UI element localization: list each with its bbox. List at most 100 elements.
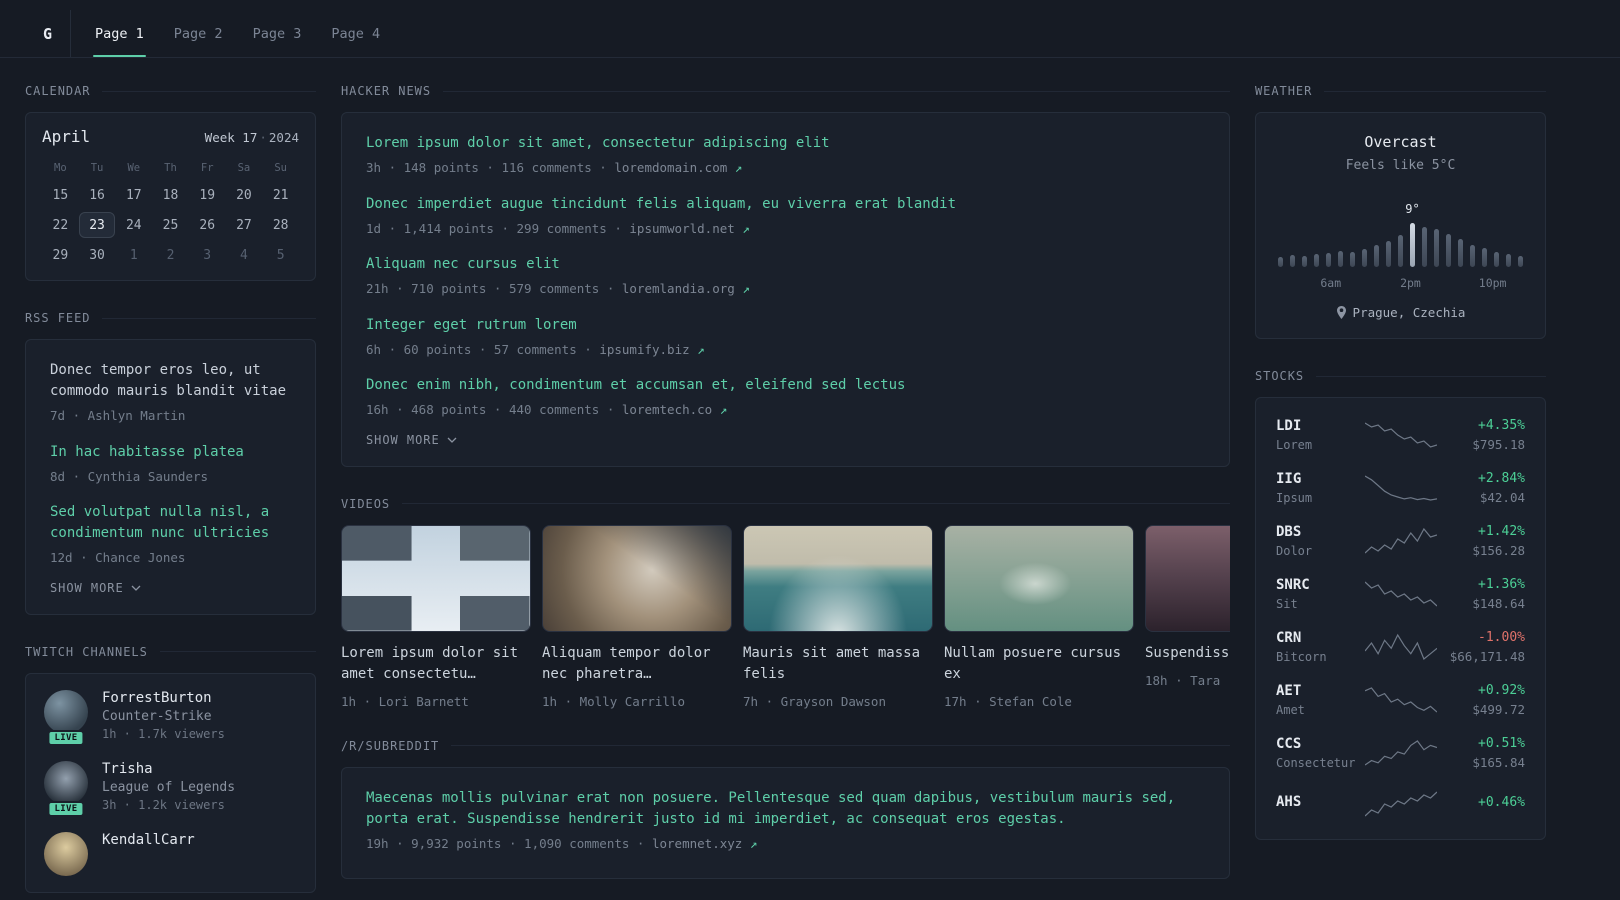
stocks-section-label: STOCKS (1255, 369, 1305, 383)
stock-row[interactable]: LDI Lorem +4.35% $795.18 (1276, 418, 1525, 452)
video-meta: 1h · Lori Barnett (341, 693, 469, 709)
stock-name: Sit (1276, 597, 1298, 611)
video-thumbnail (341, 524, 531, 632)
video-title: Mauris sit amet massa felis (743, 644, 921, 682)
calendar-date: 18 (162, 188, 179, 203)
calendar-date: 25 (162, 218, 179, 233)
hn-item-title[interactable]: Donec enim nibh, condimentum et accumsan… (366, 375, 1205, 396)
stock-sparkline (1364, 632, 1437, 662)
live-badge: LIVE (47, 800, 85, 817)
twitch-channel[interactable]: LIVE ForrestBurton Counter-Strike 1h · 1… (44, 689, 297, 746)
tab-page-3[interactable]: Page 3 (251, 10, 304, 57)
video-thumbnail (542, 524, 732, 632)
hn-item-domain-link[interactable]: loremtech.co (622, 402, 712, 417)
stock-price: $42.04 (1479, 490, 1525, 505)
video-card[interactable]: Nullam posuere cursus ex 17h · Stefan Co… (944, 524, 1134, 709)
stock-name: Bitcorn (1276, 650, 1327, 664)
calendar-date-next-month: 1 (129, 248, 138, 263)
hn-item-title[interactable]: Lorem ipsum dolor sit amet, consectetur … (366, 133, 1205, 154)
calendar-grid: 15 16 17 18 19 20 21 22 23 24 25 26 27 28 29 30 1 2 3 4 5 (42, 182, 299, 268)
subreddit-section-label: /R/SUBREDDIT (341, 738, 440, 753)
hn-item-domain-link[interactable]: ipsumworld.net (629, 221, 734, 236)
calendar-month: April (42, 127, 91, 146)
twitch-card: LIVE ForrestBurton Counter-Strike 1h · 1… (25, 672, 316, 893)
stock-row[interactable]: CRN Bitcorn -1.00% $66,171.48 (1276, 630, 1525, 664)
external-link-icon: ↗ (734, 160, 743, 175)
stock-change: +2.84% (1478, 471, 1525, 486)
stock-sparkline (1364, 473, 1437, 503)
rss-item-title[interactable]: Donec tempor eros leo, ut commodo mauris… (50, 360, 291, 402)
calendar-date: 24 (125, 218, 142, 233)
stock-price: $66,171.48 (1449, 649, 1525, 664)
app-logo[interactable]: G (25, 10, 71, 57)
external-link-icon: ↗ (742, 220, 750, 236)
tab-page-2[interactable]: Page 2 (172, 10, 225, 57)
hn-section-title: HACKER NEWS (341, 84, 1230, 98)
stock-row[interactable]: CCS Consectetur +0.51% $165.84 (1276, 736, 1525, 770)
twitch-channel[interactable]: LIVE Trisha League of Legends 3h · 1.2k … (44, 760, 297, 817)
calendar-date: 28 (272, 218, 289, 233)
stock-sparkline (1364, 685, 1437, 715)
rss-item-title[interactable]: Sed volutpat nulla nisl, a condimentum n… (50, 502, 291, 544)
twitch-channel[interactable]: KendallCarr (44, 831, 297, 876)
stock-sparkline (1364, 420, 1437, 450)
calendar-week-info: Week 17 · 2024 (205, 130, 299, 145)
hn-show-more-button[interactable]: SHOW MORE (366, 433, 457, 447)
rss-section-label: RSS FEED (25, 311, 91, 325)
rss-show-more-button[interactable]: SHOW MORE (50, 581, 141, 595)
stock-price: $148.64 (1472, 596, 1525, 611)
hn-item-title[interactable]: Integer eget rutrum lorem (366, 315, 1205, 336)
hn-section-label: HACKER NEWS (341, 84, 432, 98)
hn-item: Donec imperdiet augue tincidunt felis al… (366, 194, 1205, 238)
calendar-week-label: Week 17 (204, 130, 258, 145)
stock-row[interactable]: IIG Ipsum +2.84% $42.04 (1276, 471, 1525, 505)
hn-item: Aliquam nec cursus elit 21h · 710 points… (366, 254, 1205, 298)
chevron-down-icon (447, 437, 457, 443)
calendar-date: 30 (89, 248, 105, 263)
weather-widget: WEATHER Overcast Feels like 5°C 9° 6am 2… (1255, 84, 1546, 339)
external-link-icon: ↗ (697, 341, 705, 357)
video-card[interactable]: Suspendisse diam 18h · Tara (1145, 524, 1230, 709)
hn-item: Lorem ipsum dolor sit amet, consectetur … (366, 133, 1205, 177)
calendar-section-label: CALENDAR (25, 84, 91, 98)
stock-symbol: IIG (1276, 471, 1302, 487)
videos-widget: VIDEOS Lorem ipsum dolor sit amet consec… (341, 497, 1230, 709)
subreddit-post-title[interactable]: Maecenas mollis pulvinar erat non posuer… (366, 788, 1205, 830)
hn-item-title[interactable]: Aliquam nec cursus elit (366, 254, 1205, 275)
video-card[interactable]: Aliquam tempor dolor nec pharetra… 1h · … (542, 524, 732, 709)
stock-sparkline (1364, 526, 1437, 556)
stock-name: Ipsum (1276, 491, 1313, 505)
stock-change: +0.46% (1478, 794, 1525, 810)
weather-time-axis: 6am 2pm 10pm (1320, 276, 1507, 290)
stock-row[interactable]: DBS Dolor +1.42% $156.28 (1276, 524, 1525, 558)
video-card[interactable]: Mauris sit amet massa felis 7h · Grayson… (743, 524, 933, 709)
tab-page-1[interactable]: Page 1 (93, 10, 146, 57)
tab-page-4[interactable]: Page 4 (329, 10, 382, 57)
stock-row[interactable]: SNRC Sit +1.36% $148.64 (1276, 577, 1525, 611)
subreddit-widget: /R/SUBREDDIT Maecenas mollis pulvinar er… (341, 738, 1230, 879)
stock-name: Lorem (1276, 438, 1313, 452)
calendar-date-selected: 23 (78, 212, 116, 238)
stock-name: Consectetur (1276, 756, 1356, 770)
video-title: Suspendisse diam (1145, 644, 1230, 661)
hn-item-domain-link[interactable]: loremdomain.com (614, 160, 727, 175)
video-title: Lorem ipsum dolor sit amet consectetu… (341, 644, 519, 682)
external-link-icon: ↗ (719, 402, 728, 417)
video-card[interactable]: Lorem ipsum dolor sit amet consectetu… 1… (341, 524, 531, 709)
rss-item-title[interactable]: In hac habitasse platea (50, 442, 291, 463)
video-thumbnail (743, 524, 933, 632)
stock-price: $795.18 (1472, 437, 1525, 452)
video-title: Aliquam tempor dolor nec pharetra… (542, 644, 711, 682)
subreddit-post-domain-link[interactable]: loremnet.xyz (652, 836, 742, 851)
rss-section-title: RSS FEED (25, 311, 316, 325)
stock-row[interactable]: AET Amet +0.92% $499.72 (1276, 683, 1525, 717)
calendar-date: 15 (52, 188, 69, 203)
stock-change: +4.35% (1478, 418, 1525, 433)
stock-price: $499.72 (1472, 702, 1525, 717)
calendar-widget: CALENDAR April Week 17 · 2024 Mo Tu We Th Fr Sa… (25, 84, 316, 281)
hn-item-title[interactable]: Donec imperdiet augue tincidunt felis al… (366, 194, 1205, 215)
stock-row[interactable]: AHS +0.46% (1276, 789, 1525, 819)
channel-avatar (44, 831, 88, 876)
hn-item-domain-link[interactable]: ipsumify.biz (599, 342, 689, 357)
hn-item-domain-link[interactable]: loremlandia.org (622, 281, 735, 296)
